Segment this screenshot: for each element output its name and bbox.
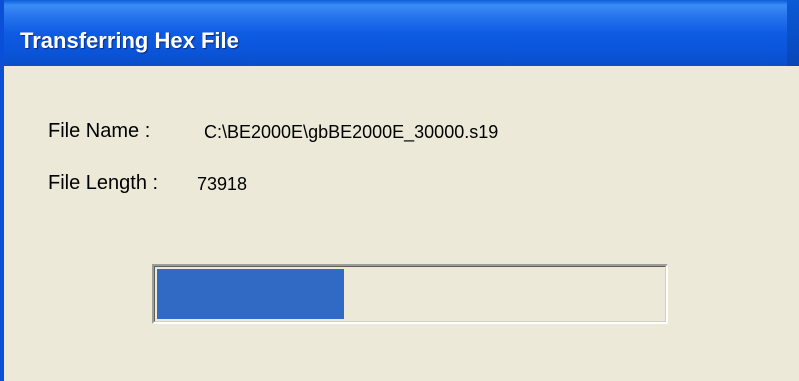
file-name-label: File Name :	[48, 120, 151, 142]
progress-bar	[152, 264, 668, 324]
dialog-content: File Name : C:\BE2000E\gbBE2000E_30000.s…	[4, 66, 799, 381]
title-bar-edge	[787, 0, 799, 66]
progress-track	[154, 266, 666, 322]
file-name-value: C:\BE2000E\gbBE2000E_30000.s19	[204, 122, 499, 142]
transfer-dialog: Transferring Hex File File Name : C:\BE2…	[0, 0, 799, 381]
window-title: Transferring Hex File	[20, 28, 239, 53]
file-length-value: 73918	[197, 174, 248, 194]
progress-fill	[157, 269, 344, 319]
title-bar[interactable]: Transferring Hex File	[4, 0, 799, 66]
file-length-label: File Length :	[48, 172, 159, 194]
